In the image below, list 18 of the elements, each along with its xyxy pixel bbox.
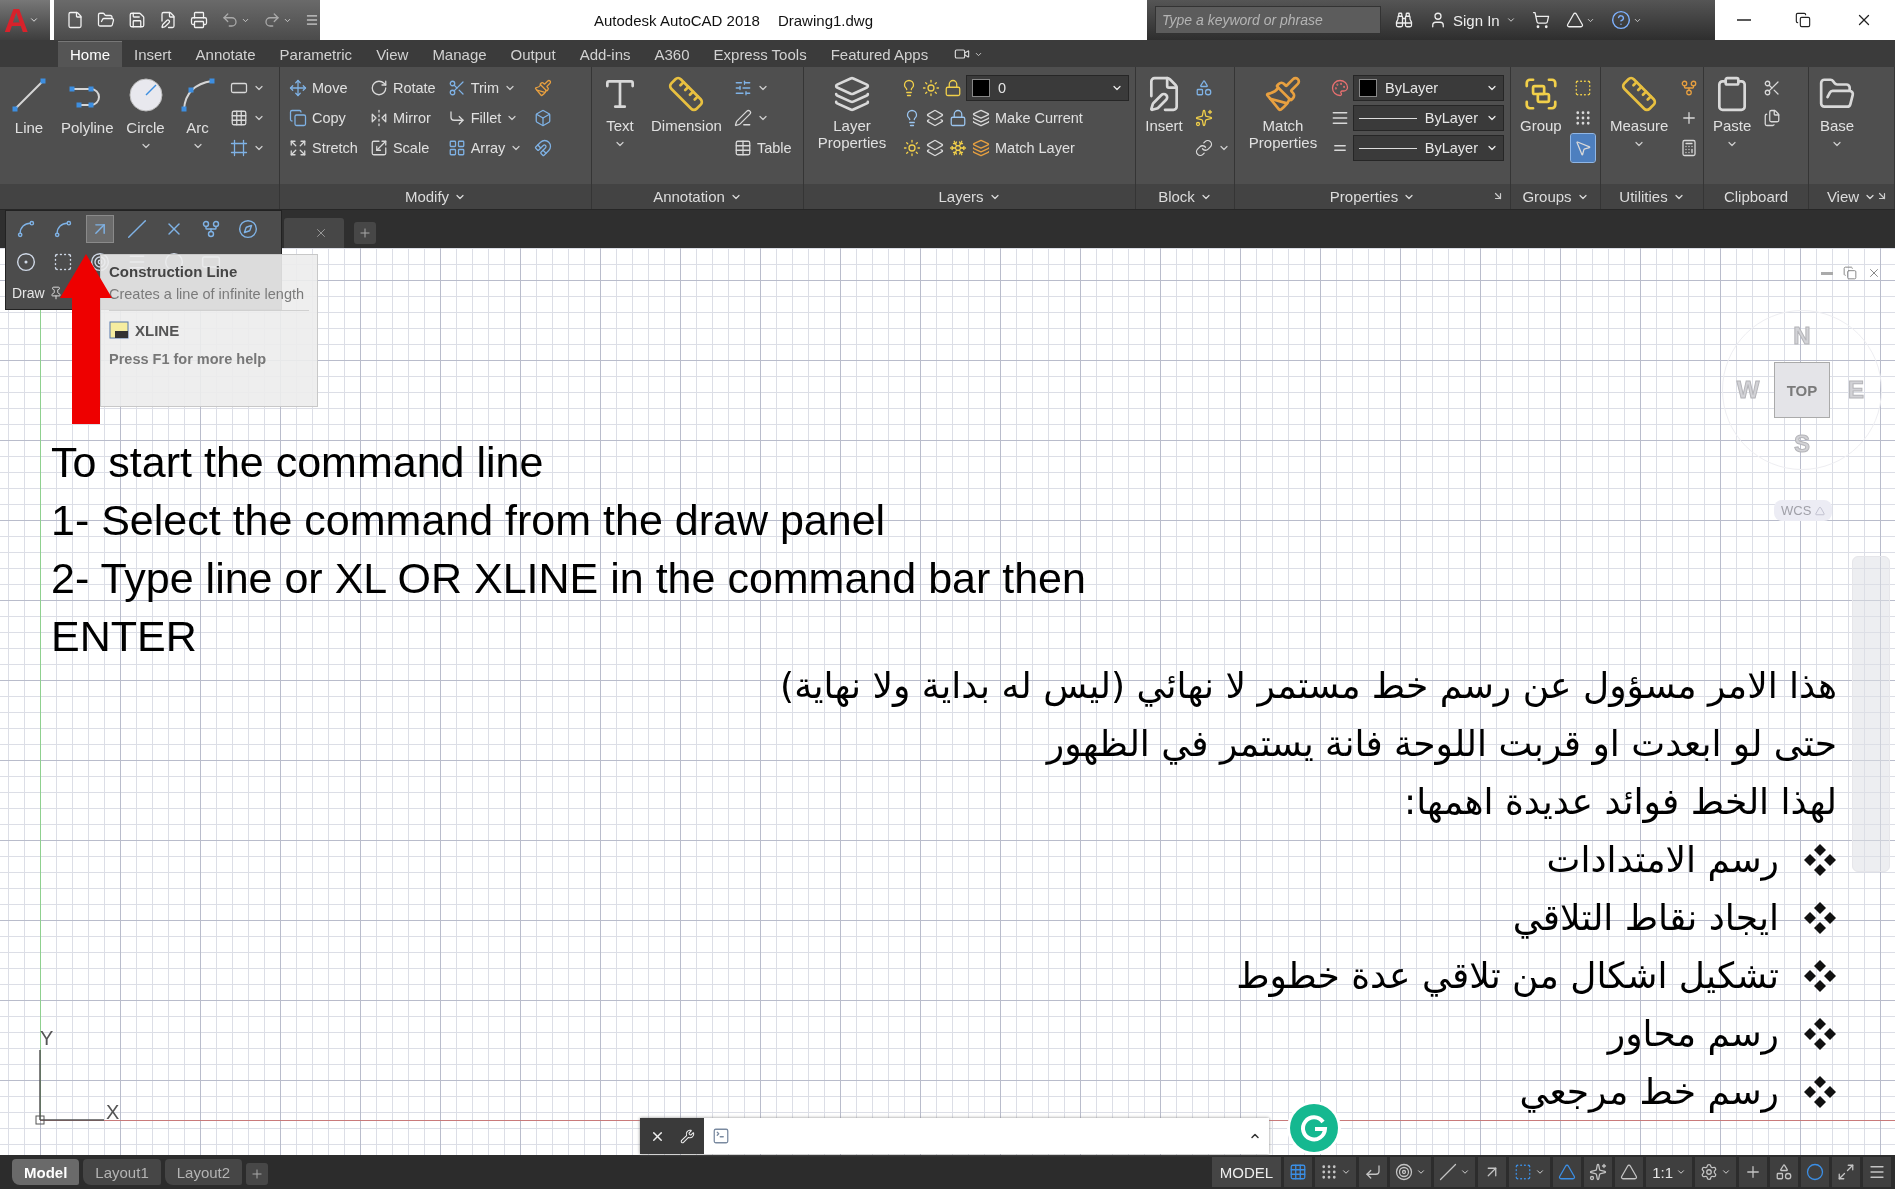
- command-name: XLINE: [135, 321, 180, 339]
- note-text: هذا الامر مسؤول عن رسم خط مستمر لا نهائي (ليس له بداية ولا نهاية): [779, 664, 1837, 709]
- note-text: لهذا الخط فوائد عديدة اهمها:: [1403, 780, 1837, 825]
- bullet-text: رسم محاور: [1607, 1012, 1779, 1057]
- bullet-text: ايجاد نقاط التلاقي: [1512, 896, 1779, 941]
- bullet-text: رسم خط مرجعي: [1519, 1070, 1779, 1115]
- x-axis-label: X: [106, 1102, 120, 1122]
- window-title: Autodesk AutoCAD 2018: [594, 11, 760, 29]
- instruction-text: 1- Select the command from the draw panel: [51, 495, 887, 546]
- instruction-text: To start the command line: [51, 437, 545, 488]
- note-text: حتى لو ابعدت او قربت اللوحة فانة يستمر في الظهور: [1044, 722, 1837, 767]
- bullet-text: تشكيل اشكال من تلاقي عدة خطوط: [1236, 954, 1779, 999]
- instruction-text: 2- Type line or XL OR XLINE in the command bar then ENTER: [51, 553, 1087, 662]
- document-name: Drawing1.dwg: [777, 11, 873, 29]
- help-hint: Press F1 for more help: [109, 351, 268, 367]
- tooltip-title: Construction Line: [109, 263, 239, 280]
- panel-title: Draw: [12, 284, 45, 301]
- bullet-text: رسم الامتدادات: [1546, 838, 1779, 883]
